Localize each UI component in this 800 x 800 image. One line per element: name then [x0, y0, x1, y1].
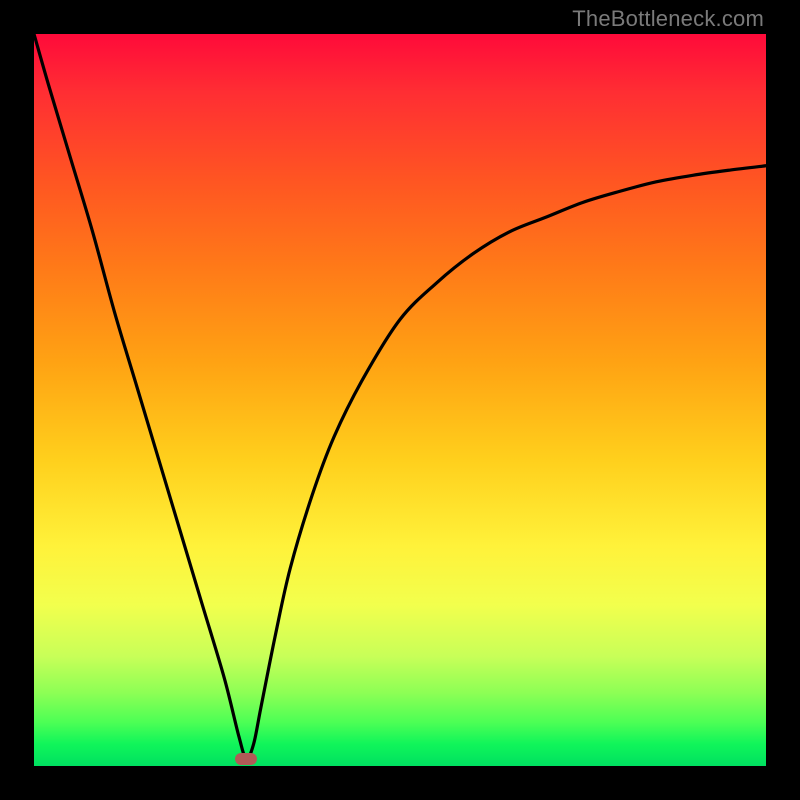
- min-marker: [235, 753, 257, 765]
- plot-area: [34, 34, 766, 766]
- watermark-label: TheBottleneck.com: [572, 6, 764, 32]
- chart-frame: TheBottleneck.com: [0, 0, 800, 800]
- bottleneck-curve: [34, 34, 766, 766]
